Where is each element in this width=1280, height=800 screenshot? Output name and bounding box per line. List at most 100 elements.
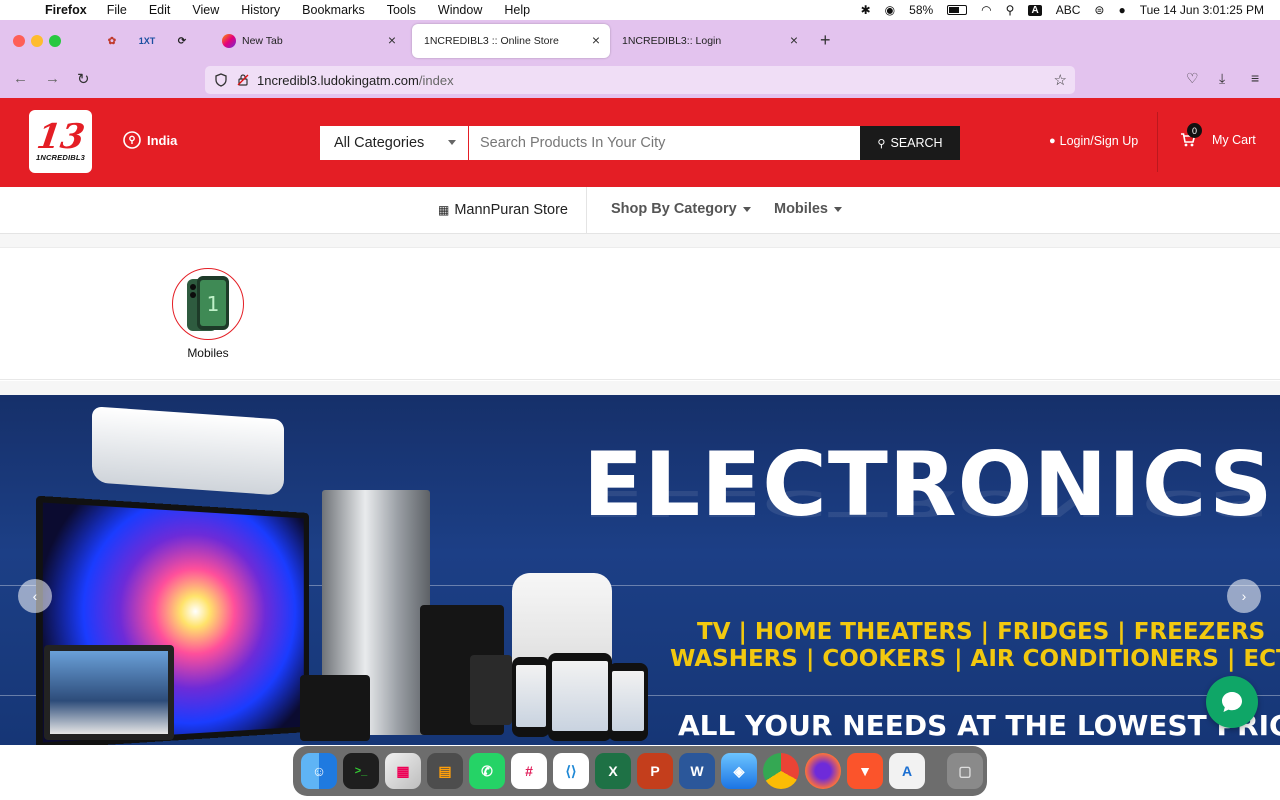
- tab-title: New Tab: [242, 35, 283, 47]
- menu-window[interactable]: Window: [438, 3, 482, 17]
- window-close-button[interactable]: [13, 35, 25, 47]
- tab-login[interactable]: 1NCREDIBL3:: Login ×: [610, 24, 808, 58]
- product-search-input[interactable]: [469, 126, 860, 160]
- bookmark-star-icon[interactable]: ☆: [1054, 71, 1067, 89]
- wifi-icon[interactable]: ◠: [981, 3, 991, 17]
- banner-line-1: TV | HOME THEATERS | FRIDGES | FREEZERS: [697, 619, 1266, 645]
- smartphone-image: [548, 653, 612, 741]
- site-logo[interactable]: 13 1NCREDIBL3: [29, 110, 92, 173]
- reload-icon[interactable]: ↻: [77, 70, 90, 88]
- menu-bookmarks[interactable]: Bookmarks: [302, 3, 365, 17]
- terminal-icon[interactable]: >_: [343, 753, 379, 789]
- category-select[interactable]: All Categories: [320, 126, 468, 160]
- siri-icon[interactable]: ●: [1118, 3, 1125, 17]
- shop-by-category-label: Shop By Category: [611, 201, 737, 217]
- hamburger-menu-icon[interactable]: ≡: [1251, 70, 1259, 86]
- tab-title: 1NCREDIBL3:: Login: [622, 35, 722, 47]
- control-center-icon[interactable]: ⊜: [1094, 3, 1104, 17]
- location-selector[interactable]: India: [123, 131, 177, 149]
- tab-new-tab[interactable]: New Tab ×: [210, 24, 406, 58]
- input-source-icon[interactable]: A: [1028, 4, 1042, 16]
- battery-icon[interactable]: [947, 5, 968, 15]
- carousel-next-button[interactable]: ›: [1227, 579, 1261, 613]
- menu-history[interactable]: History: [241, 3, 280, 17]
- whatsapp-icon[interactable]: ✆: [469, 753, 505, 789]
- macos-dock: ☺ >_ ▦ ▤ ✆ # ⟨⟩ X P W ◈ ▼ A ▢: [293, 746, 987, 796]
- forward-arrow-icon[interactable]: →: [45, 70, 60, 87]
- mobiles-dropdown[interactable]: Mobiles: [774, 201, 842, 217]
- login-signup-link[interactable]: ● Login/Sign Up: [1049, 134, 1138, 148]
- tab-online-store[interactable]: 1NCREDIBL3 :: Online Store ×: [412, 24, 610, 58]
- excel-icon[interactable]: X: [595, 753, 631, 789]
- user-icon: ●: [1049, 135, 1056, 147]
- lock-warning-icon[interactable]: [236, 73, 250, 87]
- brave-icon[interactable]: ▼: [847, 753, 883, 789]
- chat-widget-button[interactable]: [1206, 676, 1258, 728]
- word-icon[interactable]: W: [679, 753, 715, 789]
- window-minimize-button[interactable]: [31, 35, 43, 47]
- pinned-tab-sync-icon[interactable]: ⟳: [173, 32, 191, 50]
- home-theater-speaker-image: [300, 675, 370, 741]
- store-link[interactable]: ▦ MannPuran Store: [438, 202, 568, 218]
- ai-app-icon[interactable]: A: [889, 753, 925, 789]
- shop-by-category-dropdown[interactable]: Shop By Category: [611, 201, 751, 217]
- browser-nav-bar: ← → ↻ 1ncredibl3.ludokingatm.com/index ☆…: [0, 62, 1280, 98]
- battery-percent: 58%: [909, 3, 934, 17]
- calculator-icon[interactable]: ▤: [427, 753, 463, 789]
- back-arrow-icon[interactable]: ←: [13, 70, 28, 87]
- menu-file[interactable]: File: [107, 3, 127, 17]
- firefox-icon[interactable]: [805, 753, 841, 789]
- site-header: 13 1NCREDIBL3 India All Categories ⚲ SEA…: [0, 98, 1280, 187]
- banner-line-3: ALL YOUR NEEDS AT THE LOWEST PRICES!: [678, 709, 1280, 742]
- svg-text:1: 1: [207, 292, 220, 316]
- menubar-clock[interactable]: Tue 14 Jun 3:01:25 PM: [1140, 3, 1264, 17]
- vpn-icon[interactable]: ◉: [885, 3, 895, 17]
- banner-line-2: WASHERS | COOKERS | AIR CONDITIONERS | E…: [670, 646, 1280, 672]
- bluetooth-icon[interactable]: ✱: [861, 3, 871, 17]
- tab-close-icon[interactable]: ×: [790, 32, 798, 48]
- pocket-icon[interactable]: ♡: [1186, 70, 1199, 87]
- menu-tools[interactable]: Tools: [387, 3, 416, 17]
- subnav-divider: [586, 187, 587, 234]
- header-divider: [1157, 112, 1158, 172]
- macos-menu-bar: Firefox File Edit View History Bookmarks…: [0, 0, 1280, 20]
- tracking-shield-icon[interactable]: [214, 73, 228, 87]
- pinned-tab-1xt[interactable]: 1XT: [138, 32, 156, 50]
- laptop-image: [44, 645, 174, 740]
- window-zoom-button[interactable]: [49, 35, 61, 47]
- spotlight-search-icon[interactable]: ⚲: [1006, 3, 1015, 17]
- carousel-prev-button[interactable]: ‹: [18, 579, 52, 613]
- tab-close-icon[interactable]: ×: [388, 32, 396, 48]
- new-tab-plus-icon[interactable]: +: [820, 30, 831, 51]
- login-label: Login/Sign Up: [1059, 134, 1139, 148]
- finder-icon[interactable]: ☺: [301, 753, 337, 789]
- search-button[interactable]: ⚲ SEARCH: [860, 126, 960, 160]
- category-row: 1 Mobiles: [0, 248, 1280, 380]
- menu-app-firefox[interactable]: Firefox: [45, 3, 87, 17]
- address-bar[interactable]: 1ncredibl3.ludokingatm.com/index ☆: [205, 66, 1075, 94]
- home-theater-speaker-image: [470, 655, 512, 725]
- launchpad-icon[interactable]: ▦: [385, 753, 421, 789]
- menu-view[interactable]: View: [192, 3, 219, 17]
- powerpoint-icon[interactable]: P: [637, 753, 673, 789]
- trash-icon[interactable]: ▢: [947, 753, 983, 789]
- url-host: 1ncredibl3.ludokingatm.com: [257, 72, 419, 88]
- hero-banner[interactable]: ELECTRONICS ELECTRONICS TV | HOME THEATE…: [0, 395, 1280, 745]
- url-path: /index: [418, 72, 454, 88]
- safari-icon[interactable]: ◈: [721, 753, 757, 789]
- category-thumbnail[interactable]: 1: [172, 268, 244, 340]
- pinned-tab-ladybug-icon[interactable]: ✿: [103, 32, 121, 50]
- store-label: MannPuran Store: [454, 202, 568, 218]
- slack-icon[interactable]: #: [511, 753, 547, 789]
- category-item-mobiles[interactable]: 1 Mobiles: [172, 268, 244, 360]
- tab-close-icon[interactable]: ×: [592, 32, 600, 48]
- smartphone-image: [512, 657, 550, 737]
- air-conditioner-image: [92, 406, 284, 496]
- chevron-down-icon: [742, 206, 751, 212]
- menu-help[interactable]: Help: [504, 3, 530, 17]
- menu-edit[interactable]: Edit: [149, 3, 171, 17]
- chrome-icon[interactable]: [763, 753, 799, 789]
- downloads-icon[interactable]: ⤓: [1219, 70, 1225, 87]
- input-source-label[interactable]: ABC: [1056, 3, 1081, 17]
- vscode-icon[interactable]: ⟨⟩: [553, 753, 589, 789]
